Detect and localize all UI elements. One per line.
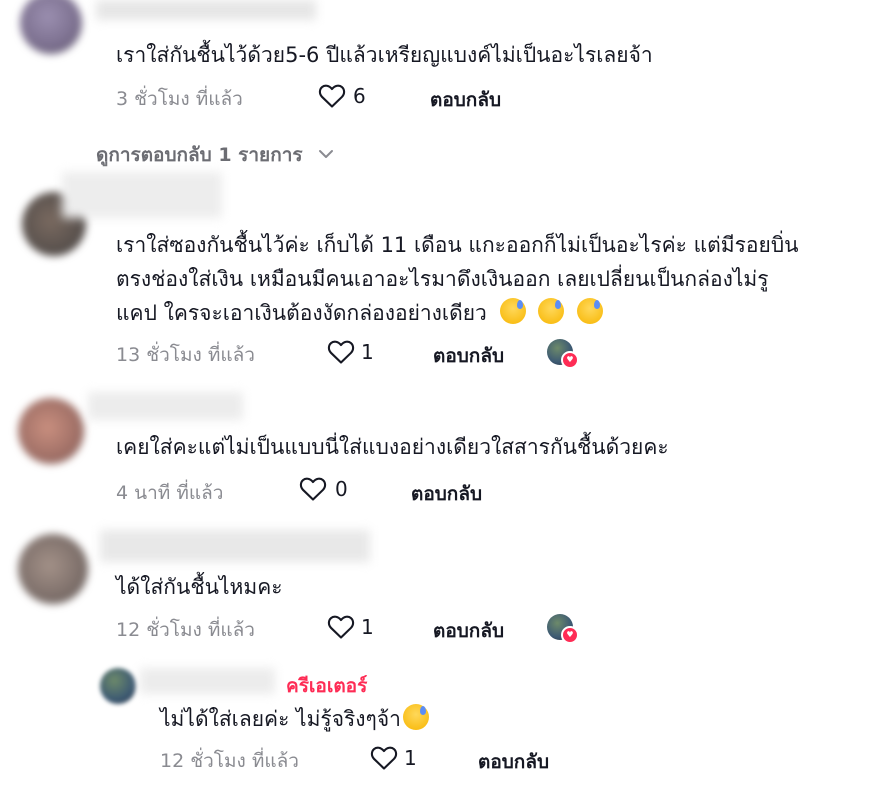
chevron-down-icon: [319, 150, 334, 158]
commenter-name[interactable]: [88, 392, 243, 420]
comment-text: เราใส่ซองกันชื้นไว้ค่ะ เก็บได้ 11 เดือน …: [116, 233, 799, 257]
creator-liked-icon: ♥: [547, 614, 579, 644]
comment-time: 4 นาที ที่แล้ว: [116, 482, 224, 504]
commenter-avatar[interactable]: [20, 0, 82, 54]
creator-tag: ครีเอเตอร์: [286, 675, 368, 697]
commenter-avatar[interactable]: [18, 398, 84, 464]
like-count: 1: [361, 615, 374, 639]
view-replies-label: ดูการตอบกลับ 1 รายการ: [96, 144, 303, 166]
sweat-smile-emoji: [576, 298, 603, 324]
like-count: 0: [335, 477, 348, 501]
heart-icon[interactable]: [327, 614, 355, 640]
view-replies-button[interactable]: ดูการตอบกลับ 1 รายการ: [96, 140, 335, 170]
sweat-smile-emoji: [538, 298, 565, 324]
comment-text-last-line: แคป ใครจะเอาเงินต้องงัดกล่องอย่างเดียว: [116, 296, 603, 330]
like-count: 1: [404, 746, 417, 770]
commenter-name[interactable]: [96, 0, 316, 20]
reply-button[interactable]: ตอบกลับ: [478, 747, 549, 777]
reply-button[interactable]: ตอบกลับ: [433, 616, 504, 646]
comment-text: ได้ใส่กันชื้นไหมคะ: [116, 575, 283, 599]
creator-avatar[interactable]: [100, 668, 136, 704]
reply-time: 12 ชั่วโมง ที่แล้ว: [160, 750, 299, 772]
heart-icon[interactable]: [327, 339, 355, 365]
creator-liked-icon: ♥: [547, 339, 579, 369]
heart-icon[interactable]: [318, 83, 346, 109]
like-count: 6: [353, 84, 366, 108]
like-count: 1: [361, 340, 374, 364]
reply-button[interactable]: ตอบกลับ: [433, 341, 504, 371]
comment-time: 13 ชั่วโมง ที่แล้ว: [116, 344, 255, 366]
reply-button[interactable]: ตอบกลับ: [430, 85, 501, 115]
creator-name[interactable]: [140, 668, 275, 694]
comment-time: 12 ชั่วโมง ที่แล้ว: [116, 619, 255, 641]
comment-text: เคยใส่คะแต่ไม่เป็นแบบนี่ใส่แบงอย่างเดียว…: [116, 435, 669, 459]
heart-icon[interactable]: [299, 476, 327, 502]
comment-text: ตรงช่องใส่เงิน เหมือนมีคนเอาอะไรมาดึงเงิ…: [116, 267, 769, 291]
comment-time: 3 ชั่วโมง ที่แล้ว: [116, 88, 243, 110]
sweat-smile-emoji: [402, 704, 429, 730]
comment-text: เราใส่กันชื้นไว้ด้วย5-6 ปีแล้วเหรียญแบงค…: [116, 43, 653, 67]
heart-icon[interactable]: [370, 745, 398, 771]
commenter-avatar[interactable]: [18, 534, 88, 604]
sweat-smile-emoji: [499, 298, 526, 324]
commenter-name[interactable]: [100, 530, 370, 562]
reply-button[interactable]: ตอบกลับ: [411, 479, 482, 509]
commenter-name[interactable]: [62, 172, 222, 218]
reply-text: ไม่ได้ใส่เลยค่ะ ไม่รู้จริงๆจ้า: [160, 702, 429, 736]
